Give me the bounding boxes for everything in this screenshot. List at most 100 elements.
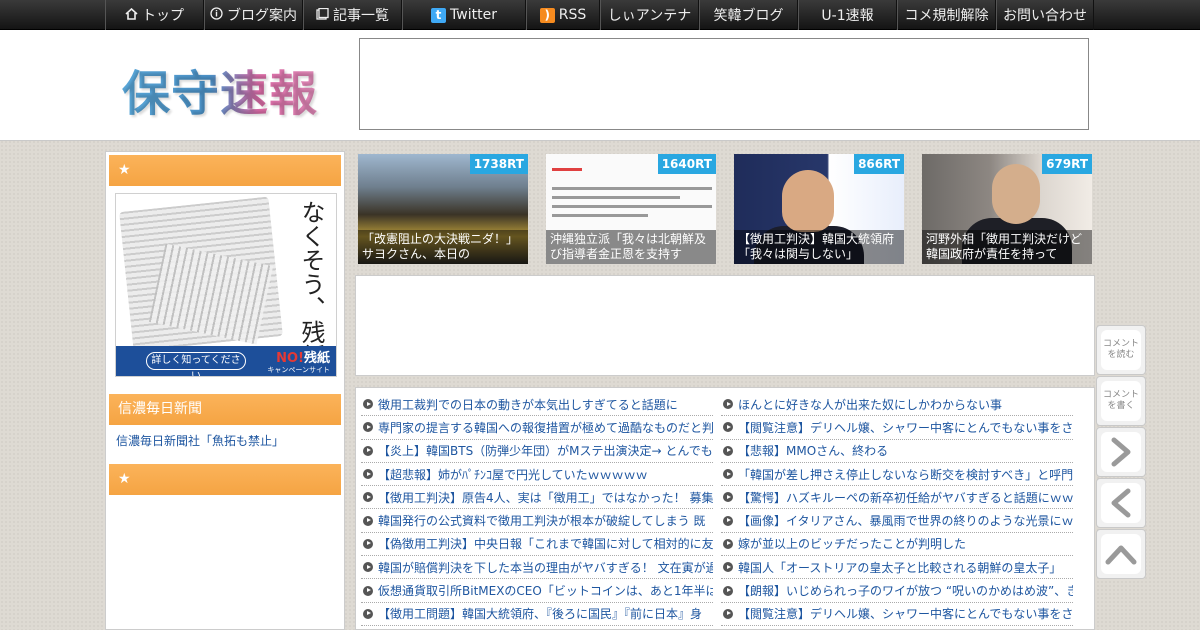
bullet-arrow-icon — [723, 562, 733, 573]
banner-more-button[interactable]: 詳しく知ってください — [146, 352, 246, 376]
chevron-left-icon — [1101, 483, 1141, 523]
article-link[interactable]: 韓国発行の公式資料で徴用工判決が根本が破綻してしまう 既 — [378, 512, 705, 529]
bullet-arrow-icon — [363, 515, 373, 526]
nav-label: Twitter — [450, 7, 497, 23]
site-logo[interactable]: 保守速報 — [122, 54, 318, 124]
featured-article-thumb[interactable]: 866RT 【徴用工判決】韓国大統領府「我々は関与しない」 — [734, 154, 904, 264]
nav-label: 笑韓ブログ — [713, 8, 784, 24]
list-item[interactable]: 「韓国が差し押さえ停止しないなら断交を検討すべき」と呼門 — [721, 463, 1073, 487]
article-link[interactable]: 【朗報】いじめられっ子のワイが放つ “呪いのかめはめ波”、き — [738, 582, 1073, 599]
thumb-caption: 「改憲阻止の大決戦ニダ！」 サヨクさん、本日の — [358, 230, 528, 264]
next-article-button[interactable] — [1096, 427, 1146, 477]
banner-no-word: 残紙 — [303, 351, 330, 366]
article-link[interactable]: 【閲覧注意】デリヘル嬢、シャワー中客にとんでもない事をさ — [738, 419, 1073, 436]
nav-label: しぃアンテナ — [607, 8, 692, 24]
bullet-arrow-icon — [723, 469, 733, 480]
article-link[interactable]: 【徴用工判決】原告4人、実は「徴用工」ではなかった！ 募集 — [378, 489, 713, 506]
article-link[interactable]: 韓国人「オーストリアの皇太子と比較される朝鮮の皇太子」 — [738, 559, 1061, 576]
scroll-to-top-button[interactable] — [1096, 529, 1146, 579]
article-link[interactable]: 【悲報】MMOさん、終わる — [738, 442, 888, 459]
nav-item-blog-guide[interactable]: ブログ案内 — [204, 0, 303, 30]
list-item[interactable]: 【悲報】MMOさん、終わる — [721, 440, 1073, 463]
article-list: 徴用工裁判での日本の動きが本気出しすぎてると話題に 専門家の提言する韓国への報復… — [355, 387, 1095, 630]
sidebar-widget-title: 信濃毎日新聞 — [109, 394, 341, 425]
article-column-left: 徴用工裁判での日本の動きが本気出しすぎてると話題に 専門家の提言する韓国への報復… — [361, 393, 713, 626]
bullet-arrow-icon — [363, 422, 373, 433]
list-item[interactable]: 【偽徴用工判決】中央日報「これまで韓国に対して相対的に友 — [361, 533, 713, 557]
sidebar-widget-title: ★ — [109, 155, 341, 186]
nav-item-twitter[interactable]: t Twitter — [402, 0, 526, 30]
article-link[interactable]: 【超悲報】姉がﾊﾟﾁﾝｺ屋で円光していたｗｗｗｗｗ — [378, 466, 648, 483]
nav-label: RSS — [558, 7, 587, 23]
article-link[interactable]: 【閲覧注意】デリヘル嬢、シャワー中客にとんでもない事をさ — [738, 605, 1073, 622]
article-link[interactable]: 韓国が賠償判決を下した本当の理由がヤバすぎる！ 文在寅が過 — [378, 559, 713, 576]
list-item[interactable]: 韓国発行の公式資料で徴用工判決が根本が破綻してしまう 既 — [361, 509, 713, 533]
nav-item-antenna[interactable]: しぃアンテナ — [600, 0, 699, 30]
nav-item-rss[interactable]: ) RSS — [526, 0, 600, 30]
list-item[interactable]: 【朗報】いじめられっ子のワイが放つ “呪いのかめはめ波”、き — [721, 579, 1073, 603]
nav-label: 記事一覧 — [333, 8, 389, 24]
info-icon — [210, 7, 223, 23]
article-link[interactable]: 「韓国が差し押さえ停止しないなら断交を検討すべき」と呼門 — [738, 466, 1073, 483]
list-item[interactable]: 【徴用工問題】韓国大統領府、『後ろに国民』『前に日本』身 — [361, 603, 713, 626]
article-link[interactable]: 【驚愕】ハズキルーペの新卒初任給がヤバすぎると話題にｗｗ — [738, 489, 1073, 506]
person-photo — [992, 164, 1040, 224]
article-link[interactable]: ほんとに好きな人が出来た奴にしかわからない事 — [738, 396, 1002, 413]
article-link[interactable]: 【偽徴用工判決】中央日報「これまで韓国に対して相対的に友 — [378, 535, 713, 552]
nav-item-u1[interactable]: U-1速報 — [798, 0, 897, 30]
twitter-icon: t — [431, 7, 447, 23]
thumb-caption: 河野外相「徴用工判決だけど韓国政府が責任を持って — [922, 230, 1092, 264]
banner-campaign-label: キャンペーンサイト — [267, 366, 330, 374]
list-icon — [316, 7, 329, 23]
sidebar: ★ なくそう、残紙 詳しく知ってください NO!残紙 キャンペーンサイト 信濃毎… — [105, 151, 345, 630]
nav-item-shokan-blog[interactable]: 笑韓ブログ — [699, 0, 798, 30]
prev-article-button[interactable] — [1096, 478, 1146, 528]
nav-item-comment-unblock[interactable]: コメ規制解除 — [897, 0, 996, 30]
nav-item-contact[interactable]: お問い合わせ — [996, 0, 1094, 30]
no-zanshi-banner[interactable]: なくそう、残紙 詳しく知ってください NO!残紙 キャンペーンサイト — [115, 193, 337, 377]
article-link[interactable]: 【画像】イタリアさん、暴風雨で世界の終りのような光景にｗ — [738, 512, 1073, 529]
banner-no-logo: NO!残紙 — [276, 347, 330, 366]
list-item[interactable]: 【閲覧注意】デリヘル嬢、シャワー中客にとんでもない事をさ — [721, 603, 1073, 626]
list-item[interactable]: 【徴用工判決】原告4人、実は「徴用工」ではなかった！ 募集 — [361, 486, 713, 510]
list-item[interactable]: 【超悲報】姉がﾊﾟﾁﾝｺ屋で円光していたｗｗｗｗｗ — [361, 463, 713, 487]
article-link[interactable]: 仮想通貨取引所BitMEXのCEO「ビットコインは、あと1年半は — [378, 582, 713, 599]
write-comment-button[interactable]: コメントを書く — [1096, 376, 1146, 426]
list-item[interactable]: 仮想通貨取引所BitMEXのCEO「ビットコインは、あと1年半は — [361, 579, 713, 603]
bullet-arrow-icon — [723, 585, 733, 596]
nav-label: トップ — [142, 8, 184, 24]
bullet-arrow-icon — [363, 469, 373, 480]
list-item[interactable]: 韓国が賠償判決を下した本当の理由がヤバすぎる！ 文在寅が過 — [361, 556, 713, 580]
list-item[interactable]: 徴用工裁判での日本の動きが本気出しすぎてると話題に — [361, 393, 713, 417]
list-item[interactable]: 【驚愕】ハズキルーペの新卒初任給がヤバすぎると話題にｗｗ — [721, 486, 1073, 510]
bullet-arrow-icon — [363, 538, 373, 549]
bullet-arrow-icon — [723, 538, 733, 549]
header-ad-slot — [359, 38, 1089, 130]
article-column-right: ほんとに好きな人が出来た奴にしかわからない事 【閲覧注意】デリヘル嬢、シャワー中… — [721, 393, 1073, 626]
article-link[interactable]: 【炎上】韓国BTS（防弾少年団）がMステ出演決定→ とんでも — [378, 442, 713, 459]
read-comments-button[interactable]: コメントを読む — [1096, 325, 1146, 375]
sidebar-link[interactable]: 信濃毎日新聞社「魚拓も禁止」 — [116, 432, 284, 449]
featured-article-thumb[interactable]: 679RT 河野外相「徴用工判決だけど韓国政府が責任を持って — [922, 154, 1092, 264]
article-link[interactable]: 【徴用工問題】韓国大統領府、『後ろに国民』『前に日本』身 — [378, 605, 702, 622]
article-link[interactable]: 徴用工裁判での日本の動きが本気出しすぎてると話題に — [378, 396, 678, 413]
bullet-arrow-icon — [723, 422, 733, 433]
list-item[interactable]: 韓国人「オーストリアの皇太子と比較される朝鮮の皇太子」 — [721, 556, 1073, 580]
site-header: 保守速報 — [0, 30, 1200, 141]
list-item[interactable]: 【炎上】韓国BTS（防弾少年団）がMステ出演決定→ とんでも — [361, 440, 713, 463]
featured-article-thumb[interactable]: 1738RT 「改憲阻止の大決戦ニダ！」 サヨクさん、本日の — [358, 154, 528, 264]
list-item[interactable]: ほんとに好きな人が出来た奴にしかわからない事 — [721, 393, 1073, 417]
article-link[interactable]: 専門家の提言する韓国への報復措置が極めて過酷なものだと判 — [378, 419, 713, 436]
home-icon — [125, 7, 138, 23]
write-comment-label: コメントを書く — [1101, 381, 1141, 421]
article-link[interactable]: 嫁が並以上のビッチだったことが判明した — [738, 535, 966, 552]
list-item[interactable]: 【画像】イタリアさん、暴風雨で世界の終りのような光景にｗ — [721, 509, 1073, 533]
list-item[interactable]: 【閲覧注意】デリヘル嬢、シャワー中客にとんでもない事をさ — [721, 416, 1073, 440]
nav-item-top[interactable]: トップ — [105, 0, 204, 30]
featured-article-thumb[interactable]: 1640RT 沖縄独立派「我々は北朝鮮及び指導者金正恩を支持す — [546, 154, 716, 264]
sidebar-widget-title: ★ — [109, 464, 341, 495]
list-item[interactable]: 専門家の提言する韓国への報復措置が極めて過酷なものだと判 — [361, 416, 713, 440]
nav-item-article-list[interactable]: 記事一覧 — [303, 0, 402, 30]
bullet-arrow-icon — [723, 492, 733, 503]
list-item[interactable]: 嫁が並以上のビッチだったことが判明した — [721, 533, 1073, 557]
